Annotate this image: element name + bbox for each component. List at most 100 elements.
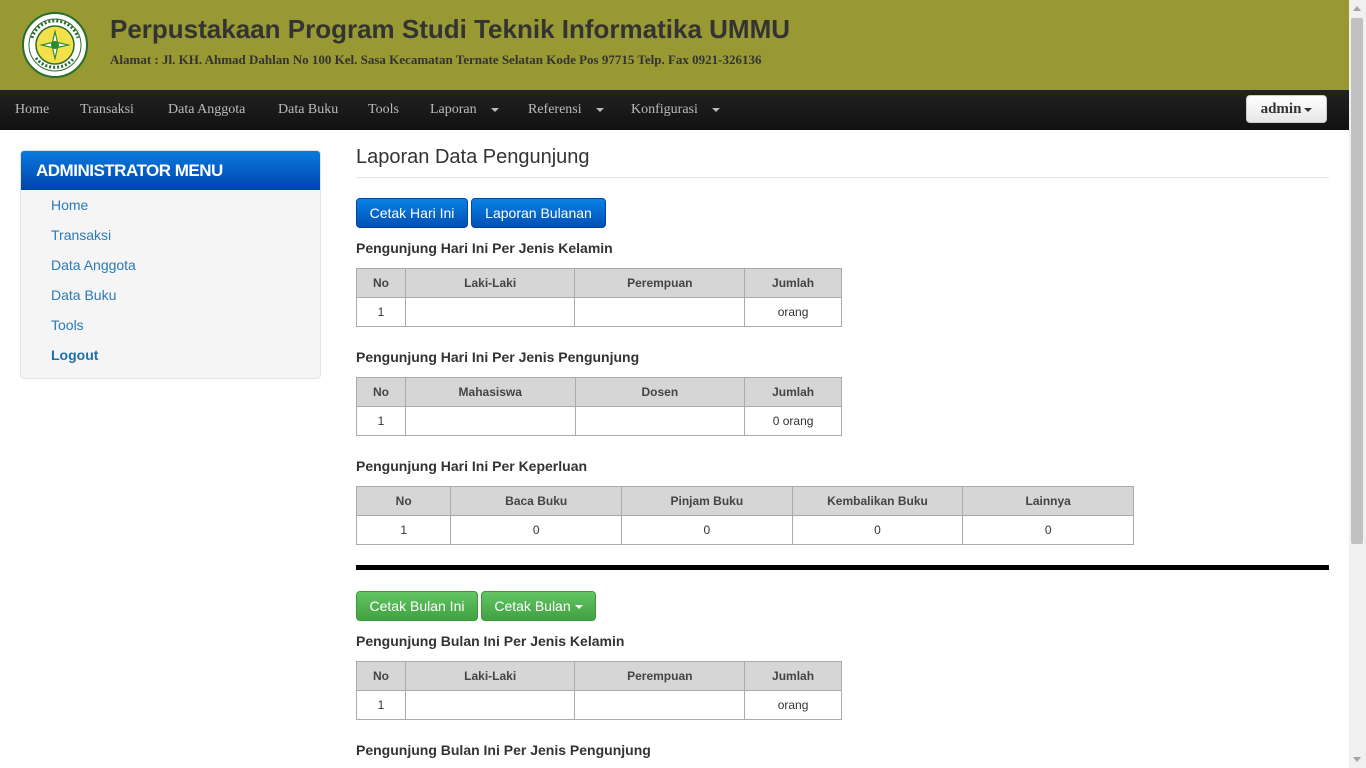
daily-gender-table: No Laki-Laki Perempuan Jumlah 1 orang <box>356 268 842 327</box>
table-row: 1 0 orang <box>356 406 842 436</box>
page-scrollbar[interactable] <box>1349 0 1366 768</box>
scroll-up-icon[interactable] <box>1353 6 1361 11</box>
table-cell <box>574 690 746 720</box>
table-header-cell: No <box>356 661 406 691</box>
nav-data-anggota[interactable]: Data Anggota <box>168 90 245 130</box>
sidebar-item-data-anggota[interactable]: Data Anggota <box>51 257 136 273</box>
print-this-month-button[interactable]: Cetak Bulan Ini <box>356 591 478 621</box>
print-month-label: Cetak Bulan <box>494 598 571 614</box>
nav-data-buku-label: Data Buku <box>278 102 339 117</box>
table-header-cell: Dosen <box>574 377 746 407</box>
print-month-dropdown-button[interactable]: Cetak Bulan <box>481 591 596 621</box>
table-header-cell: Kembalikan Buku <box>791 486 964 516</box>
nav-data-anggota-label: Data Anggota <box>168 102 246 117</box>
table-header-cell: Mahasiswa <box>404 377 576 407</box>
daily-gender-title: Pengunjung Hari Ini Per Jenis Kelamin <box>356 240 613 256</box>
table-row: 1 orang <box>356 297 842 327</box>
table-header-cell: Jumlah <box>744 268 842 298</box>
nav-laporan-dropdown[interactable]: Laporan <box>430 90 499 130</box>
table-cell: 0 <box>621 515 793 545</box>
table-header-cell: Jumlah <box>744 377 842 407</box>
monthly-type-title: Pengunjung Bulan Ini Per Jenis Pengunjun… <box>356 742 651 758</box>
table-cell <box>404 690 576 720</box>
table-header-cell: Perempuan <box>574 268 746 298</box>
page-title: Laporan Data Pengunjung <box>356 146 590 168</box>
caret-down-icon <box>595 107 604 112</box>
section-divider <box>356 565 1329 570</box>
admin-sidebar: ADMINISTRATOR MENU Home Transaksi Data A… <box>20 150 321 379</box>
table-cell <box>404 406 576 436</box>
monthly-gender-table: No Laki-Laki Perempuan Jumlah 1 orang <box>356 661 842 720</box>
sidebar-item-tools[interactable]: Tools <box>51 317 84 333</box>
table-cell: 0 <box>450 515 623 545</box>
daily-purpose-table: No Baca Buku Pinjam Buku Kembalikan Buku… <box>355 486 1134 545</box>
caret-down-icon <box>1304 107 1313 112</box>
nav-home[interactable]: Home <box>15 90 49 130</box>
table-cell: 1 <box>356 297 406 327</box>
daily-type-table: No Mahasiswa Dosen Jumlah 1 0 orang <box>356 377 842 436</box>
table-header-cell: Laki-Laki <box>404 268 576 298</box>
caret-down-icon <box>574 605 583 610</box>
nav-home-label: Home <box>15 102 50 117</box>
user-menu-button[interactable]: admin <box>1246 95 1327 123</box>
table-header-row: No Laki-Laki Perempuan Jumlah <box>356 268 842 298</box>
daily-purpose-title: Pengunjung Hari Ini Per Keperluan <box>356 458 588 474</box>
table-cell <box>404 297 576 327</box>
table-row: 1 orang <box>356 690 842 720</box>
user-menu-label: admin <box>1260 101 1302 117</box>
nav-tools[interactable]: Tools <box>368 90 399 130</box>
site-header: Perpustakaan Program Studi Teknik Inform… <box>0 0 1349 90</box>
table-cell: 0 orang <box>744 406 842 436</box>
caret-down-icon <box>490 107 499 112</box>
table-header-cell: Lainnya <box>962 486 1134 516</box>
table-header-cell: Baca Buku <box>450 486 623 516</box>
sidebar-item-logout[interactable]: Logout <box>51 347 98 363</box>
table-cell <box>574 406 746 436</box>
title-divider <box>356 177 1329 178</box>
daily-type-title: Pengunjung Hari Ini Per Jenis Pengunjung <box>356 349 640 365</box>
sidebar-heading-label: ADMINISTRATOR MENU <box>36 161 223 180</box>
table-header-row: No Mahasiswa Dosen Jumlah <box>356 377 842 407</box>
table-header-cell: Perempuan <box>574 661 746 691</box>
university-logo-icon <box>22 12 88 78</box>
sidebar-item-transaksi[interactable]: Transaksi <box>51 227 111 243</box>
scroll-down-icon[interactable] <box>1353 757 1361 762</box>
table-header-cell: No <box>356 377 406 407</box>
table-cell: orang <box>744 297 842 327</box>
table-cell <box>574 297 746 327</box>
table-header-cell: Pinjam Buku <box>621 486 793 516</box>
monthly-report-button[interactable]: Laporan Bulanan <box>471 198 606 228</box>
site-title: Perpustakaan Program Studi Teknik Inform… <box>110 14 790 44</box>
table-header-cell: Jumlah <box>744 661 842 691</box>
nav-tools-label: Tools <box>368 102 399 117</box>
nav-laporan-label: Laporan <box>430 102 477 117</box>
table-cell: orang <box>744 690 842 720</box>
table-header-cell: No <box>355 486 452 516</box>
nav-referensi-label: Referensi <box>528 102 582 117</box>
sidebar-item-home[interactable]: Home <box>51 197 88 213</box>
nav-transaksi[interactable]: Transaksi <box>80 90 134 130</box>
sidebar-item-data-buku[interactable]: Data Buku <box>51 287 116 303</box>
table-cell: 1 <box>356 690 406 720</box>
monthly-gender-title: Pengunjung Bulan Ini Per Jenis Kelamin <box>356 633 625 649</box>
table-header-cell: Laki-Laki <box>404 661 576 691</box>
caret-down-icon <box>711 107 720 112</box>
nav-transaksi-label: Transaksi <box>80 102 134 117</box>
table-cell: 1 <box>356 406 406 436</box>
nav-data-buku[interactable]: Data Buku <box>278 90 338 130</box>
table-row: 1 0 0 0 0 <box>355 515 1134 545</box>
nav-konfigurasi-label: Konfigurasi <box>631 102 698 117</box>
table-header-cell: No <box>356 268 406 298</box>
table-cell: 1 <box>355 515 452 545</box>
print-today-button[interactable]: Cetak Hari Ini <box>356 198 468 228</box>
table-cell: 0 <box>962 515 1134 545</box>
nav-referensi-dropdown[interactable]: Referensi <box>528 90 604 130</box>
table-header-row: No Laki-Laki Perempuan Jumlah <box>356 661 842 691</box>
nav-konfigurasi-dropdown[interactable]: Konfigurasi <box>631 90 720 130</box>
table-header-row: No Baca Buku Pinjam Buku Kembalikan Buku… <box>355 486 1134 516</box>
site-address: Alamat : Jl. KH. Ahmad Dahlan No 100 Kel… <box>110 52 762 67</box>
sidebar-heading: ADMINISTRATOR MENU <box>21 151 320 190</box>
top-navbar: Home Transaksi Data Anggota Data Buku To… <box>0 90 1349 130</box>
scroll-thumb[interactable] <box>1351 18 1363 544</box>
table-cell: 0 <box>791 515 964 545</box>
